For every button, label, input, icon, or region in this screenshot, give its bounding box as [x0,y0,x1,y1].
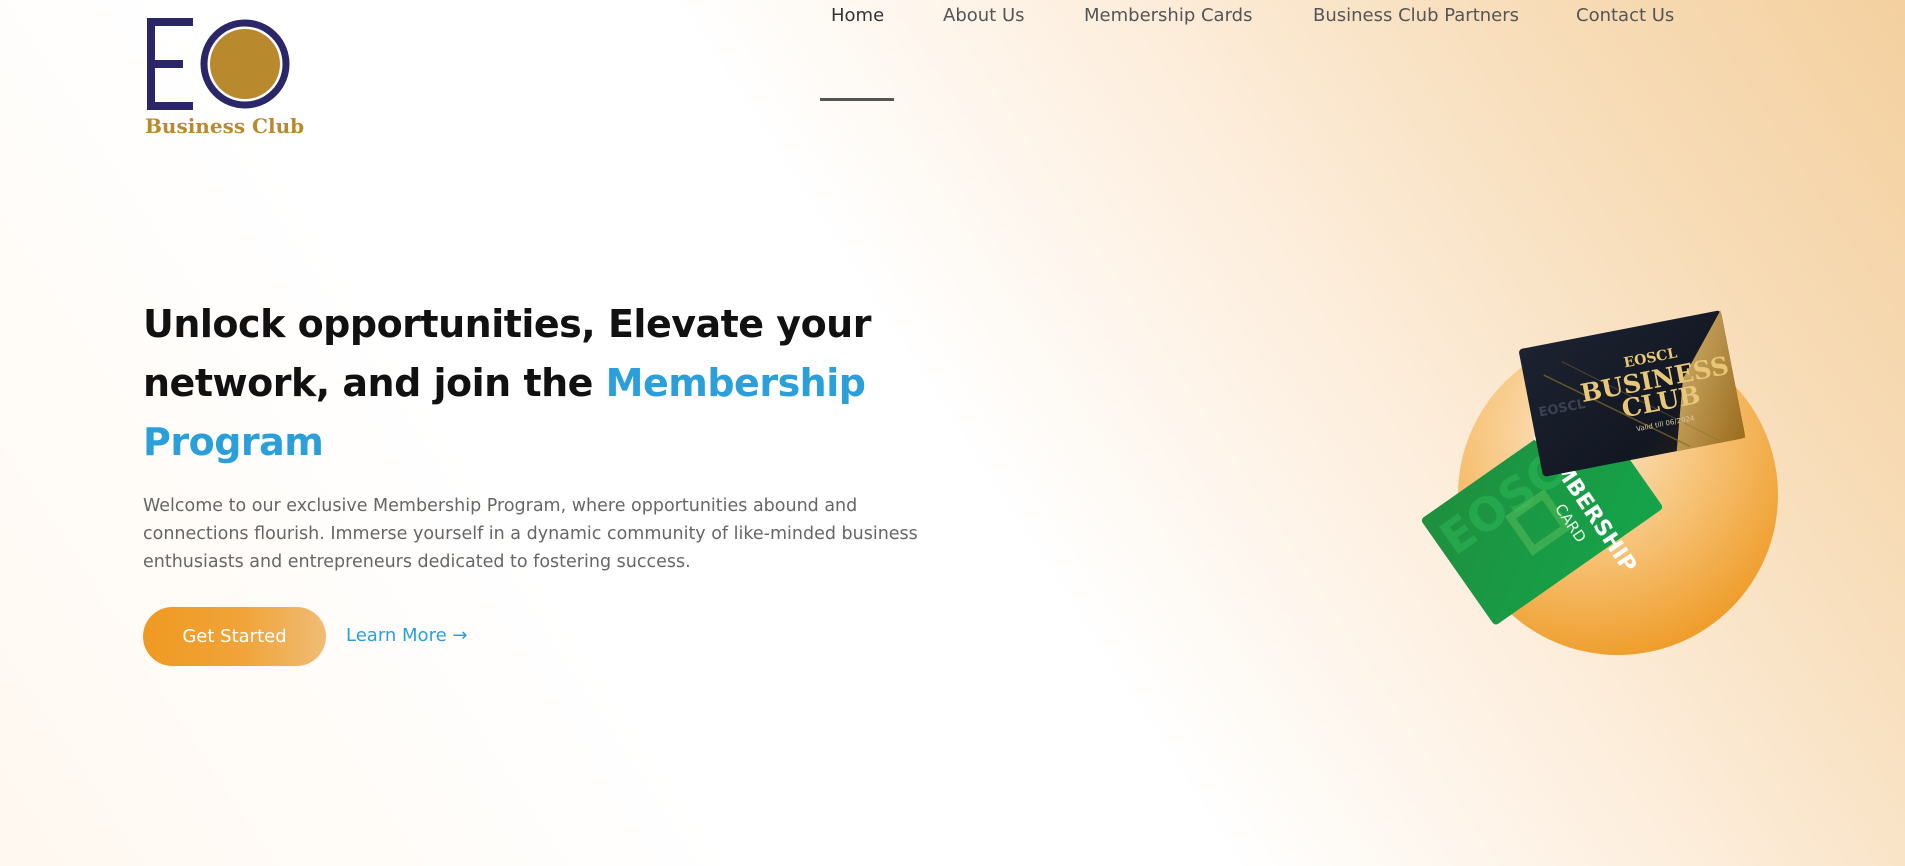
nav-membership-cards[interactable]: Membership Cards [1074,0,1262,42]
nav-contact-us[interactable]: Contact Us [1566,0,1684,42]
nav-home[interactable]: Home [821,0,894,42]
learn-more-link[interactable]: Learn More → [346,620,467,652]
logo[interactable]: Business Club [143,18,305,143]
logo-text: Business Club [145,114,305,138]
nav-business-club-partners[interactable]: Business Club Partners [1303,0,1529,42]
get-started-button[interactable]: Get Started [143,607,326,666]
hero-title: Unlock opportunities, Elevate your netwo… [143,295,943,472]
hero-description: Welcome to our exclusive Membership Prog… [143,496,918,572]
nav-about-us[interactable]: About Us [933,0,1035,42]
logo-mark [147,18,290,110]
nav-active-indicator [820,98,894,101]
membership-cards-illustration: EOSCL MEMBERSHIP CARD EOSCL EOSCL BUSINE… [1380,290,1800,690]
